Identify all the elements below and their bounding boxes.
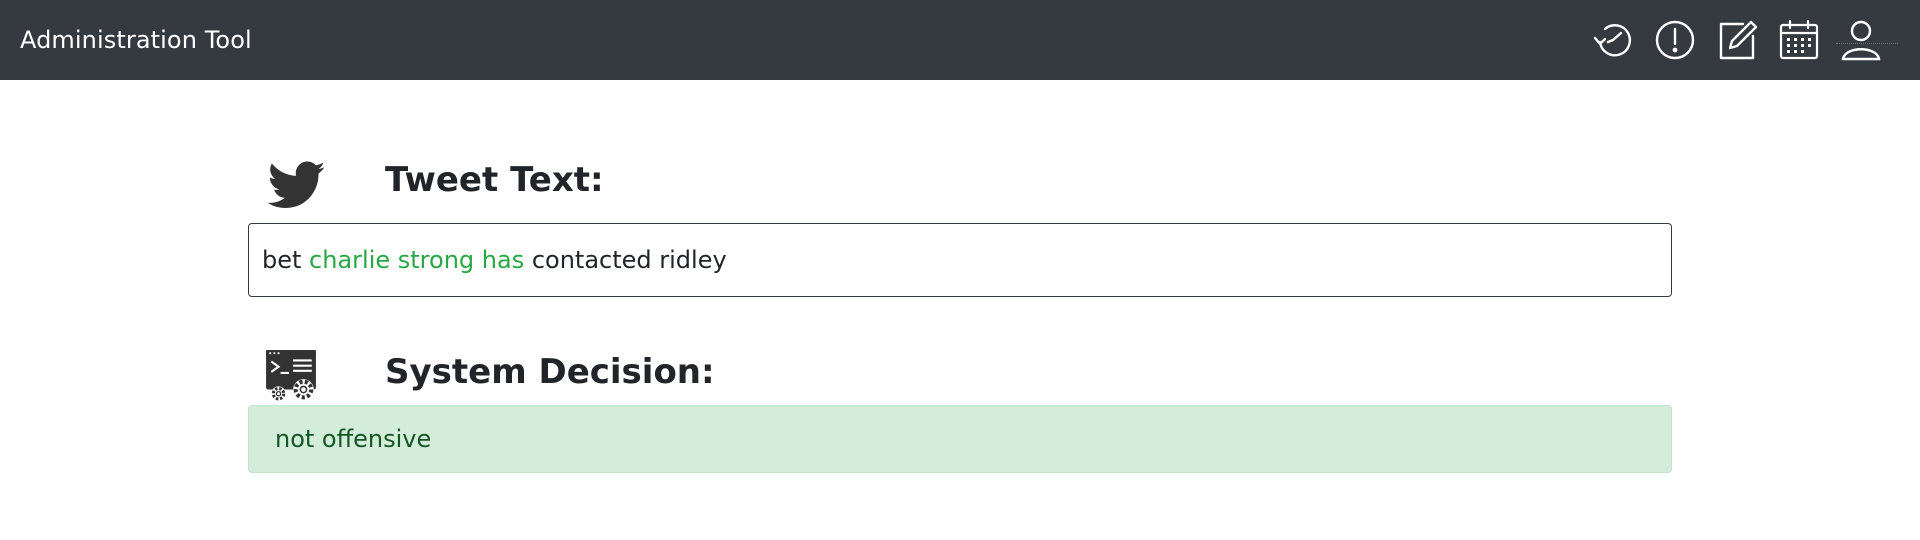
top-navbar: Administration Tool [0,0,1920,80]
nav-icon-group [1582,0,1892,80]
twitter-icon [268,161,326,208]
calendar-icon[interactable] [1768,0,1830,80]
tweet-segment: bet [262,246,310,274]
tweet-text-heading: Tweet Text: [385,160,604,200]
tweet-segment: contacted ridley [524,246,727,274]
user-icon[interactable] [1830,0,1892,80]
edit-icon[interactable] [1706,0,1768,80]
decision-alert: not offensive [248,405,1672,473]
app-title[interactable]: Administration Tool [20,26,252,54]
alert-icon[interactable] [1644,0,1706,80]
system-decision-heading: System Decision: [385,352,715,392]
tweet-text-box: bet charlie strong has contacted ridley [248,223,1672,297]
decision-value: not offensive [275,425,432,453]
system-settings-icon [266,350,316,401]
nav-divider [1836,43,1898,44]
tweet-highlight-segment: charlie strong has [309,246,525,274]
history-icon[interactable] [1582,0,1644,80]
